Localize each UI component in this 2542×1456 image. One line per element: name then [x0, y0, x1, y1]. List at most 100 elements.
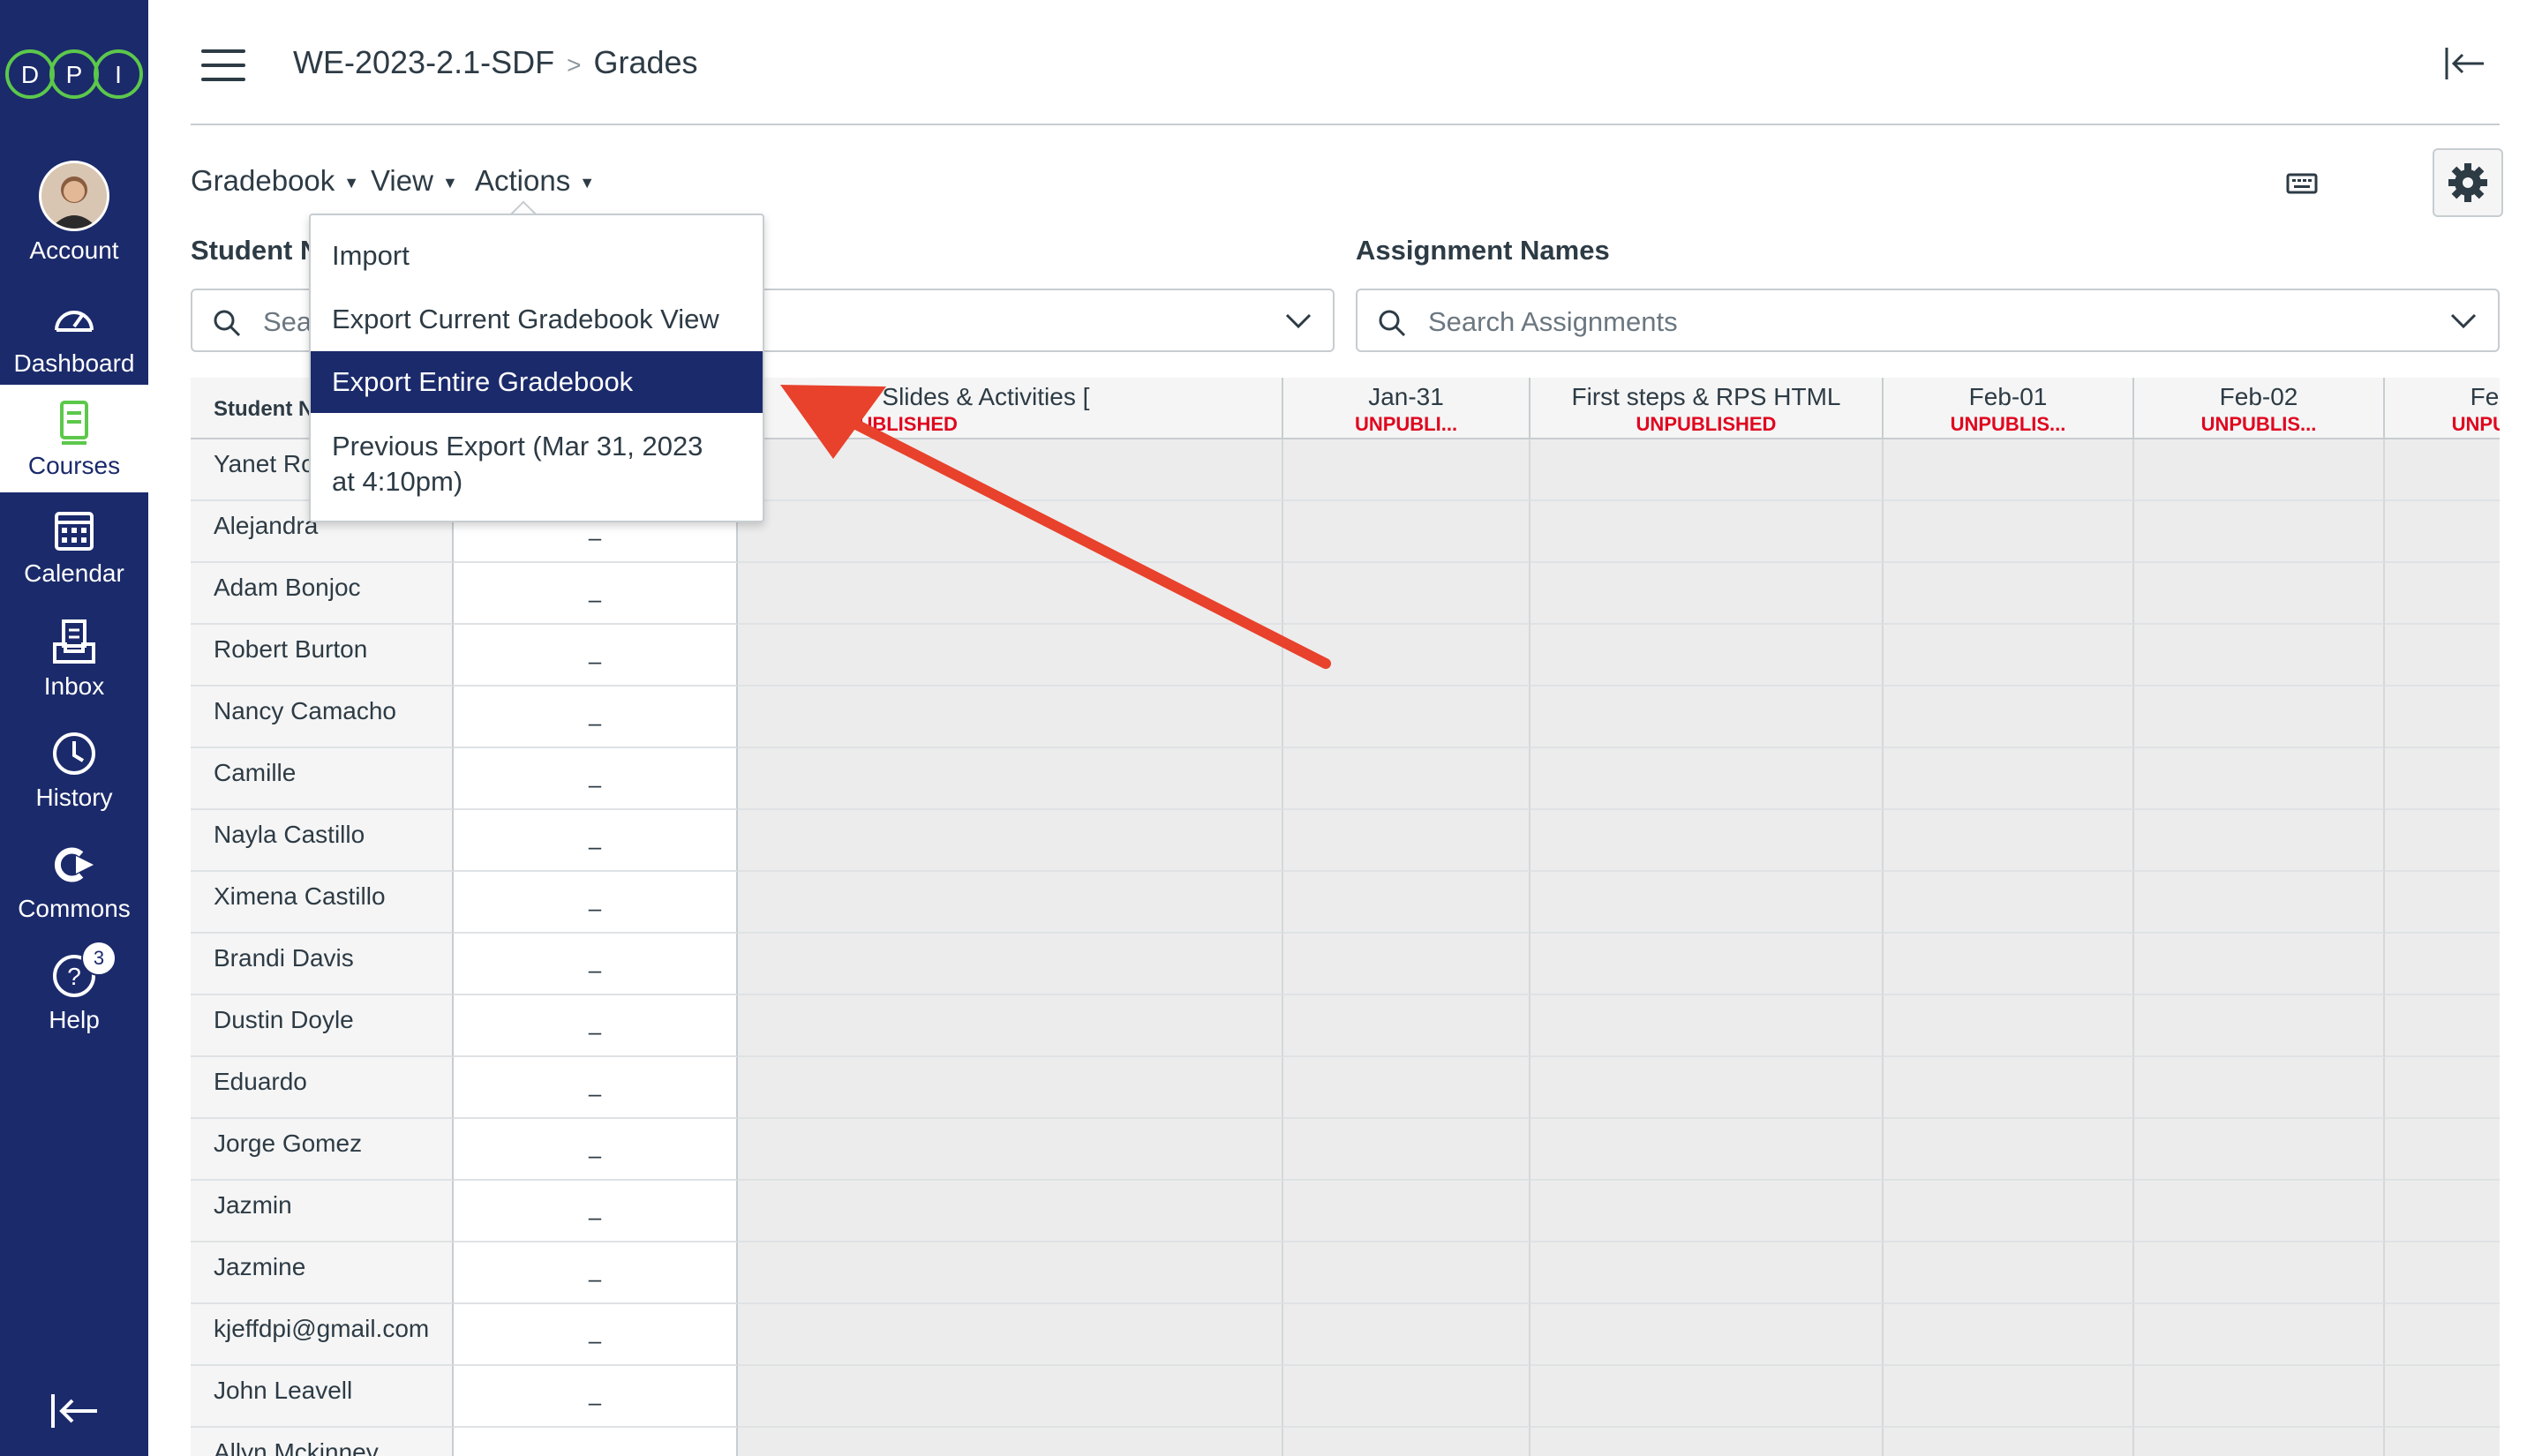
grade-cell[interactable]: [1884, 1304, 2134, 1366]
grade-cell[interactable]: [738, 1119, 1283, 1181]
grade-cell[interactable]: [1530, 563, 1884, 625]
grade-cell[interactable]: [1884, 439, 2134, 501]
grade-cell[interactable]: [2134, 1366, 2385, 1428]
grade-cell[interactable]: [1884, 995, 2134, 1057]
student-name-cell[interactable]: kjeffdpi@gmail.com: [191, 1304, 454, 1366]
grade-cell[interactable]: [1884, 501, 2134, 563]
grade-cell[interactable]: [1283, 439, 1530, 501]
grade-cell[interactable]: [1530, 810, 1884, 872]
grade-cell[interactable]: [2385, 1366, 2500, 1428]
assignment-column-header[interactable]: Feb-03 UNPUBLIS...: [2385, 378, 2500, 439]
assignment-column-header[interactable]: Feb-02 UNPUBLIS...: [2134, 378, 2385, 439]
grade-cell[interactable]: [1530, 625, 1884, 687]
assignment-column-header[interactable]: Jan-31 UNPUBLI...: [1283, 378, 1530, 439]
assignment-column-header[interactable]: Feb-01 UNPUBLIS...: [1884, 378, 2134, 439]
grade-cell[interactable]: [1530, 995, 1884, 1057]
chevron-down-icon[interactable]: [1283, 310, 1313, 331]
grade-cell[interactable]: [738, 1304, 1283, 1366]
grade-cell[interactable]: [1884, 934, 2134, 995]
grade-cell[interactable]: [1884, 1181, 2134, 1242]
grade-cell[interactable]: [1283, 687, 1530, 748]
grade-cell[interactable]: [1530, 1181, 1884, 1242]
nav-item-dashboard[interactable]: Dashboard: [0, 295, 148, 378]
student-name-cell[interactable]: Jorge Gomez: [191, 1119, 454, 1181]
grade-cell[interactable]: [1283, 1428, 1530, 1456]
grade-cell[interactable]: [1884, 872, 2134, 934]
chevron-down-icon[interactable]: [2448, 310, 2478, 331]
total-grade-cell[interactable]: –: [454, 934, 738, 995]
grade-cell[interactable]: [2134, 501, 2385, 563]
total-grade-cell[interactable]: –: [454, 1181, 738, 1242]
total-grade-cell[interactable]: –: [454, 1366, 738, 1428]
nav-item-calendar[interactable]: Calendar: [0, 505, 148, 588]
total-grade-cell[interactable]: –: [454, 687, 738, 748]
dpi-logo[interactable]: D P I: [0, 46, 148, 102]
total-grade-cell[interactable]: –: [454, 1304, 738, 1366]
grade-cell[interactable]: [1884, 625, 2134, 687]
grade-cell[interactable]: [1884, 563, 2134, 625]
grade-cell[interactable]: [738, 1057, 1283, 1119]
grade-cell[interactable]: [738, 563, 1283, 625]
gradebook-menu[interactable]: Gradebook ▼: [191, 164, 359, 198]
grade-cell[interactable]: [2385, 995, 2500, 1057]
grade-cell[interactable]: [2385, 625, 2500, 687]
grade-cell[interactable]: [1884, 687, 2134, 748]
total-grade-cell[interactable]: [454, 1428, 738, 1456]
student-name-cell[interactable]: Eduardo: [191, 1057, 454, 1119]
grade-cell[interactable]: [2134, 1304, 2385, 1366]
grade-cell[interactable]: [2385, 748, 2500, 810]
student-name-cell[interactable]: Nancy Camacho: [191, 687, 454, 748]
grade-cell[interactable]: [738, 625, 1283, 687]
grade-cell[interactable]: [2134, 1057, 2385, 1119]
grade-cell[interactable]: [2385, 439, 2500, 501]
total-grade-cell[interactable]: –: [454, 872, 738, 934]
grade-cell[interactable]: [2134, 439, 2385, 501]
assignment-search-input[interactable]: Search Assignments: [1356, 289, 2500, 352]
grade-cell[interactable]: [1884, 1366, 2134, 1428]
grade-cell[interactable]: [1884, 1242, 2134, 1304]
grade-cell[interactable]: [1283, 1304, 1530, 1366]
grade-cell[interactable]: [2385, 1181, 2500, 1242]
student-name-cell[interactable]: Nayla Castillo: [191, 810, 454, 872]
grade-cell[interactable]: [1884, 1119, 2134, 1181]
grade-cell[interactable]: [1530, 687, 1884, 748]
actions-menu[interactable]: Actions ▼: [475, 164, 595, 198]
grade-cell[interactable]: [1283, 563, 1530, 625]
grade-cell[interactable]: [2134, 687, 2385, 748]
student-name-cell[interactable]: John Leavell: [191, 1366, 454, 1428]
total-grade-cell[interactable]: –: [454, 748, 738, 810]
grade-cell[interactable]: [2134, 1181, 2385, 1242]
grade-cell[interactable]: [2385, 1057, 2500, 1119]
grade-cell[interactable]: [1283, 872, 1530, 934]
grade-cell[interactable]: [1530, 748, 1884, 810]
total-grade-cell[interactable]: –: [454, 1119, 738, 1181]
collapse-sidebar-icon[interactable]: [2443, 46, 2486, 81]
menu-item-previous-export[interactable]: Previous Export (Mar 31, 2023 at 4:10pm): [311, 420, 763, 508]
nav-item-account[interactable]: Account: [0, 161, 148, 265]
student-name-cell[interactable]: Brandi Davis: [191, 934, 454, 995]
student-name-cell[interactable]: Ximena Castillo: [191, 872, 454, 934]
grade-cell[interactable]: [2385, 687, 2500, 748]
grade-cell[interactable]: [1283, 934, 1530, 995]
grade-cell[interactable]: [1283, 501, 1530, 563]
grade-cell[interactable]: [1530, 439, 1884, 501]
grade-cell[interactable]: [738, 934, 1283, 995]
grade-cell[interactable]: [1530, 1366, 1884, 1428]
student-name-cell[interactable]: Allyn Mckinney: [191, 1428, 454, 1456]
assignment-column-header[interactable]: First steps & RPS HTML UNPUBLISHED: [1530, 378, 1884, 439]
grade-cell[interactable]: [2134, 1119, 2385, 1181]
grade-cell[interactable]: [2134, 748, 2385, 810]
grade-cell[interactable]: [2385, 1119, 2500, 1181]
grade-cell[interactable]: [1283, 995, 1530, 1057]
grade-cell[interactable]: [2385, 1428, 2500, 1456]
grade-cell[interactable]: [1530, 1119, 1884, 1181]
grade-cell[interactable]: [1530, 872, 1884, 934]
grade-cell[interactable]: [2134, 1428, 2385, 1456]
total-grade-cell[interactable]: –: [454, 563, 738, 625]
grade-cell[interactable]: [2385, 563, 2500, 625]
student-name-cell[interactable]: Adam Bonjoc: [191, 563, 454, 625]
grade-cell[interactable]: [1283, 748, 1530, 810]
grade-cell[interactable]: [2134, 563, 2385, 625]
grade-cell[interactable]: [1283, 1181, 1530, 1242]
grade-cell[interactable]: [738, 1428, 1283, 1456]
